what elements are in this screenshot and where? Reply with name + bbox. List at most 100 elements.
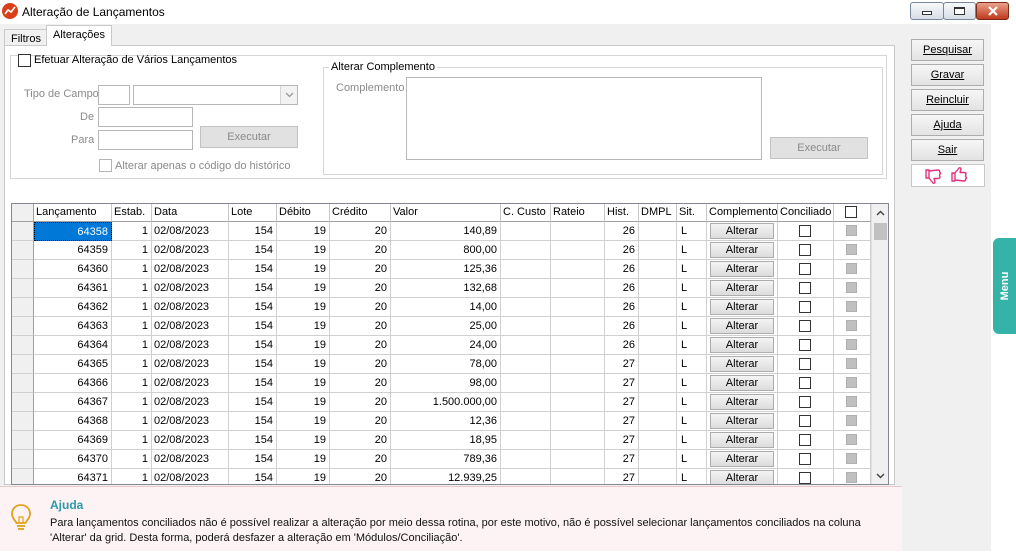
cell-conciliado[interactable] bbox=[778, 222, 834, 241]
thumbs-down-icon[interactable] bbox=[924, 168, 944, 184]
cell-sit[interactable]: L bbox=[677, 317, 707, 336]
cell-credito[interactable]: 20 bbox=[330, 241, 391, 260]
cell-credito[interactable]: 20 bbox=[330, 393, 391, 412]
cell-hist[interactable]: 27 bbox=[605, 431, 639, 450]
cell-estab[interactable]: 1 bbox=[112, 469, 152, 484]
cell-select[interactable] bbox=[834, 469, 871, 484]
row-select-checkbox[interactable] bbox=[846, 472, 857, 483]
cell-hist[interactable]: 26 bbox=[605, 279, 639, 298]
cell-debito[interactable]: 19 bbox=[277, 412, 330, 431]
cell-c-custo[interactable] bbox=[501, 469, 551, 484]
cell-rateio[interactable] bbox=[551, 412, 605, 431]
cell-rateio[interactable] bbox=[551, 279, 605, 298]
scroll-down-icon[interactable] bbox=[872, 467, 888, 484]
alterar-button[interactable]: Alterar bbox=[710, 280, 774, 296]
cell-rateio[interactable] bbox=[551, 298, 605, 317]
table-row[interactable]: 64367 1 02/08/2023 154 19 20 1.500.000,00 27 L Al… bbox=[12, 393, 871, 412]
cell-data[interactable]: 02/08/2023 bbox=[152, 393, 229, 412]
cell-complemento[interactable]: Alterar bbox=[707, 374, 778, 393]
conciliado-checkbox[interactable] bbox=[799, 472, 811, 484]
cell-conciliado[interactable] bbox=[778, 298, 834, 317]
cell-estab[interactable]: 1 bbox=[112, 317, 152, 336]
cell-debito[interactable]: 19 bbox=[277, 241, 330, 260]
table-row[interactable]: 64360 1 02/08/2023 154 19 20 125,36 26 L Alterar bbox=[12, 260, 871, 279]
row-select-checkbox[interactable] bbox=[846, 415, 857, 426]
cell-estab[interactable]: 1 bbox=[112, 336, 152, 355]
row-select-checkbox[interactable] bbox=[846, 225, 857, 236]
cell-credito[interactable]: 20 bbox=[330, 355, 391, 374]
cell-debito[interactable]: 19 bbox=[277, 260, 330, 279]
cell-lote[interactable]: 154 bbox=[229, 450, 277, 469]
cell-sit[interactable]: L bbox=[677, 393, 707, 412]
alterar-button[interactable]: Alterar bbox=[710, 299, 774, 315]
cell-hist[interactable]: 26 bbox=[605, 241, 639, 260]
col-header-conciliado[interactable]: Conciliado bbox=[778, 204, 834, 222]
cell-credito[interactable]: 20 bbox=[330, 336, 391, 355]
cell-conciliado[interactable] bbox=[778, 412, 834, 431]
cell-valor[interactable]: 125,36 bbox=[391, 260, 501, 279]
cell-sit[interactable]: L bbox=[677, 222, 707, 241]
cell-lancamento[interactable]: 64370 bbox=[34, 450, 112, 469]
cell-c-custo[interactable] bbox=[501, 317, 551, 336]
cell-sit[interactable]: L bbox=[677, 241, 707, 260]
cell-conciliado[interactable] bbox=[778, 355, 834, 374]
cell-valor[interactable]: 12.939,25 bbox=[391, 469, 501, 484]
cell-estab[interactable]: 1 bbox=[112, 431, 152, 450]
cell-debito[interactable]: 19 bbox=[277, 393, 330, 412]
cell-estab[interactable]: 1 bbox=[112, 412, 152, 431]
cell-lote[interactable]: 154 bbox=[229, 431, 277, 450]
cell-lancamento[interactable]: 64358 bbox=[34, 222, 112, 241]
vertical-scrollbar[interactable] bbox=[871, 204, 888, 484]
alterar-button[interactable]: Alterar bbox=[710, 375, 774, 391]
conciliado-checkbox[interactable] bbox=[799, 396, 811, 408]
cell-valor[interactable]: 1.500.000,00 bbox=[391, 393, 501, 412]
row-indicator[interactable] bbox=[12, 469, 34, 484]
cell-data[interactable]: 02/08/2023 bbox=[152, 241, 229, 260]
cell-data[interactable]: 02/08/2023 bbox=[152, 469, 229, 484]
cell-debito[interactable]: 19 bbox=[277, 317, 330, 336]
row-indicator[interactable] bbox=[12, 317, 34, 336]
table-row[interactable]: 64366 1 02/08/2023 154 19 20 98,00 27 L Alterar bbox=[12, 374, 871, 393]
chevron-down-icon[interactable] bbox=[280, 86, 297, 104]
cell-c-custo[interactable] bbox=[501, 336, 551, 355]
cell-credito[interactable]: 20 bbox=[330, 374, 391, 393]
cell-complemento[interactable]: Alterar bbox=[707, 431, 778, 450]
cell-valor[interactable]: 14,00 bbox=[391, 298, 501, 317]
tipo-campo-code-field[interactable] bbox=[98, 85, 130, 105]
table-row[interactable]: 64369 1 02/08/2023 154 19 20 18,95 27 L Alterar bbox=[12, 431, 871, 450]
cell-hist[interactable]: 27 bbox=[605, 412, 639, 431]
cell-credito[interactable]: 20 bbox=[330, 222, 391, 241]
cell-estab[interactable]: 1 bbox=[112, 260, 152, 279]
col-header-rateio[interactable]: Rateio bbox=[551, 204, 605, 222]
cell-rateio[interactable] bbox=[551, 431, 605, 450]
col-header-complemento[interactable]: Complemento bbox=[707, 204, 778, 222]
cell-valor[interactable]: 12,36 bbox=[391, 412, 501, 431]
table-row[interactable]: 64364 1 02/08/2023 154 19 20 24,00 26 L Alterar bbox=[12, 336, 871, 355]
cell-select[interactable] bbox=[834, 374, 871, 393]
row-select-checkbox[interactable] bbox=[846, 453, 857, 464]
col-header-lancamento[interactable]: Lançamento bbox=[34, 204, 112, 222]
cell-select[interactable] bbox=[834, 336, 871, 355]
cell-select[interactable] bbox=[834, 260, 871, 279]
col-header-valor[interactable]: Valor bbox=[391, 204, 501, 222]
cell-data[interactable]: 02/08/2023 bbox=[152, 260, 229, 279]
cell-dmpl[interactable] bbox=[639, 374, 677, 393]
row-indicator[interactable] bbox=[12, 241, 34, 260]
conciliado-checkbox[interactable] bbox=[799, 377, 811, 389]
cell-hist[interactable]: 27 bbox=[605, 450, 639, 469]
minimize-button[interactable] bbox=[910, 2, 944, 20]
cell-c-custo[interactable] bbox=[501, 241, 551, 260]
cell-complemento[interactable]: Alterar bbox=[707, 469, 778, 484]
row-indicator[interactable] bbox=[12, 412, 34, 431]
cell-estab[interactable]: 1 bbox=[112, 222, 152, 241]
cell-debito[interactable]: 19 bbox=[277, 355, 330, 374]
table-row[interactable]: 64362 1 02/08/2023 154 19 20 14,00 26 L Alterar bbox=[12, 298, 871, 317]
cell-select[interactable] bbox=[834, 317, 871, 336]
cell-select[interactable] bbox=[834, 412, 871, 431]
cell-valor[interactable]: 800,00 bbox=[391, 241, 501, 260]
cell-estab[interactable]: 1 bbox=[112, 279, 152, 298]
table-row[interactable]: 64361 1 02/08/2023 154 19 20 132,68 26 L Alterar bbox=[12, 279, 871, 298]
col-header-estab[interactable]: Estab. bbox=[112, 204, 152, 222]
cell-valor[interactable]: 98,00 bbox=[391, 374, 501, 393]
cell-sit[interactable]: L bbox=[677, 260, 707, 279]
